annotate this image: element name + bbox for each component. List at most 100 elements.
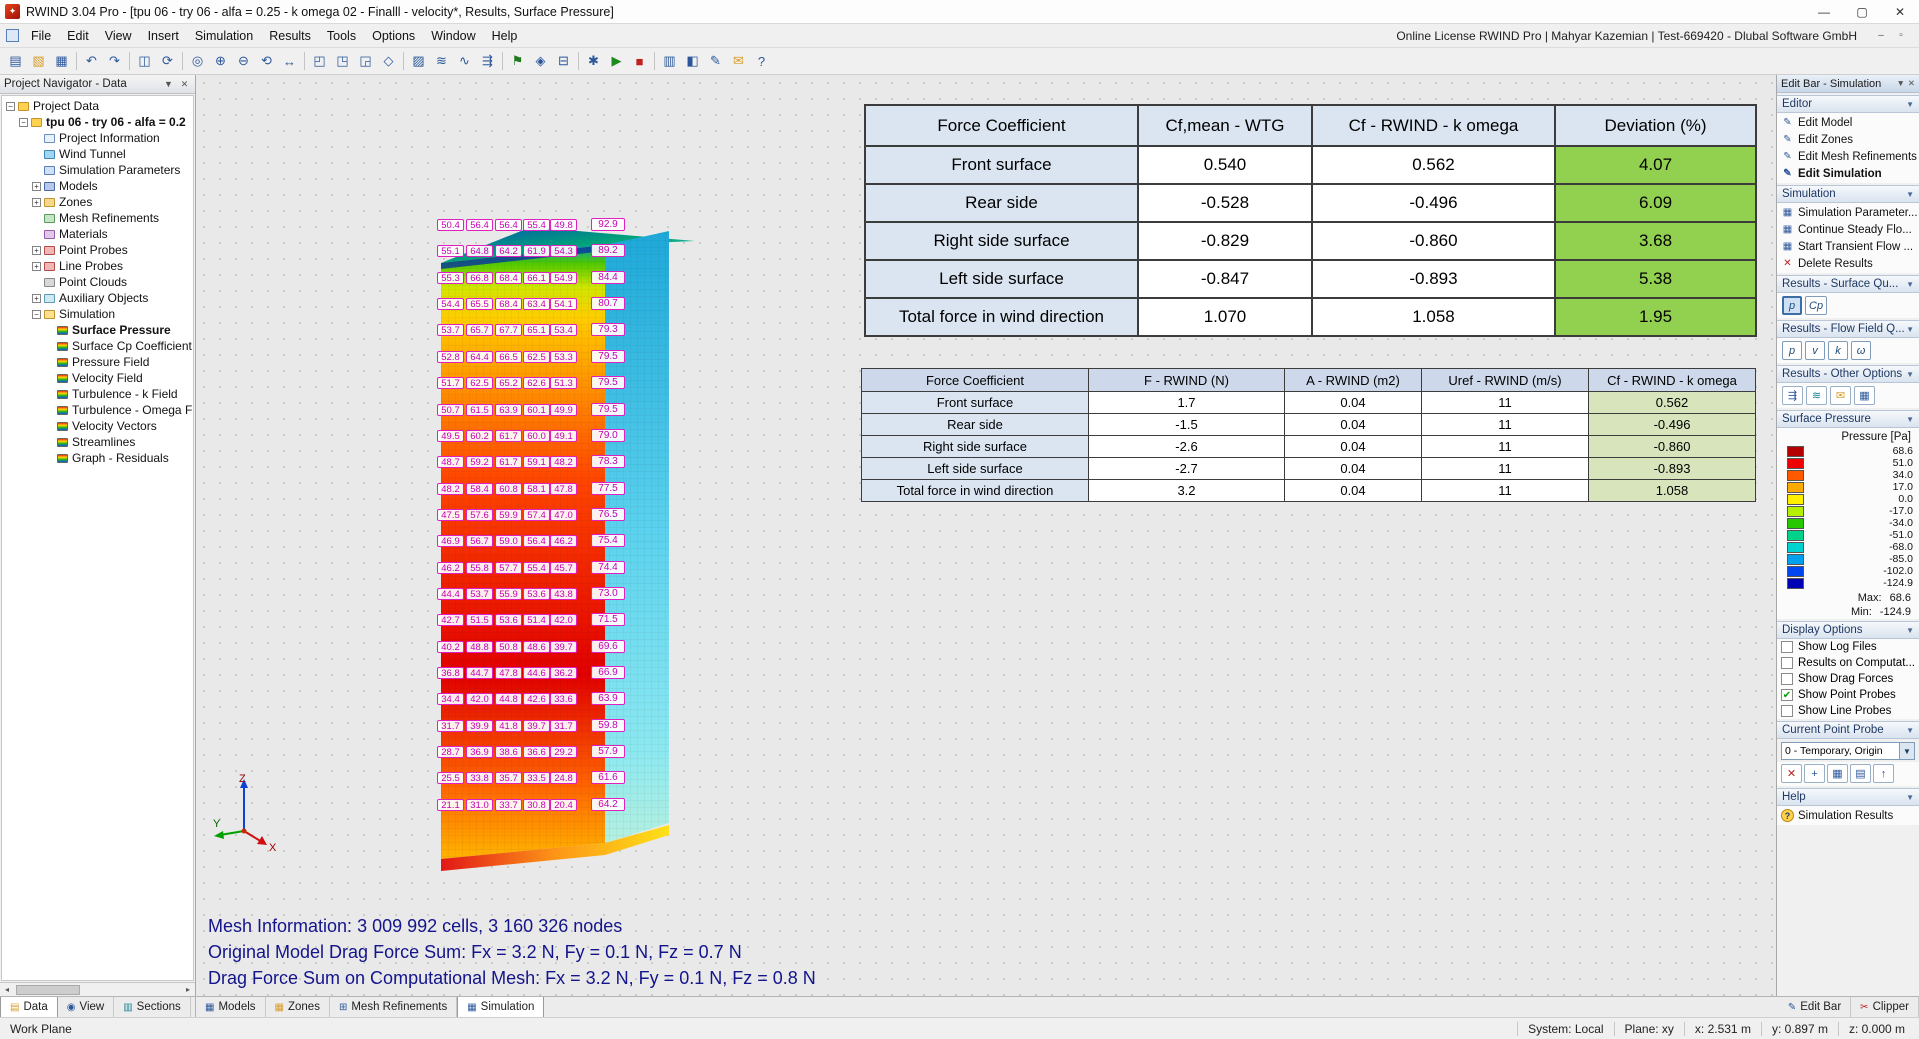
pressure-probe-label[interactable]: 40.2	[437, 640, 464, 653]
pressure-probe-label[interactable]: 46.2	[550, 535, 577, 548]
close-icon[interactable]: ✕	[1908, 78, 1915, 89]
pressure-probe-label[interactable]: 79.5	[591, 349, 625, 363]
pressure-probe-label[interactable]: 57.7	[495, 561, 522, 574]
pressure-probe-label[interactable]: 29.2	[550, 746, 577, 758]
pressure-probe-label[interactable]: 79.5	[591, 376, 625, 390]
pressure-probe-label[interactable]: 79.3	[591, 323, 625, 337]
menu-file[interactable]: File	[23, 24, 59, 47]
tree-item-surface-pressure[interactable]: Surface Pressure	[2, 322, 193, 338]
pressure-probe-label[interactable]: 44.8	[495, 693, 522, 706]
pressure-probe-label[interactable]: 47.0	[550, 508, 577, 521]
pressure-probe-label[interactable]: 65.5	[466, 298, 493, 311]
pressure-probe-label[interactable]: 56.7	[466, 535, 493, 548]
pressure-probe-label[interactable]: 68.4	[495, 298, 522, 311]
tree-item-velocity-vectors[interactable]: Velocity Vectors	[2, 418, 193, 434]
building-model[interactable]: 50.4 56.4 56.4 55.4 49.8 92.9 55.1 64.8 64.2 61.9…	[435, 205, 705, 900]
menu-view[interactable]: View	[97, 24, 140, 47]
pressure-probe-label[interactable]: 50.7	[437, 403, 464, 416]
result-button-ω[interactable]: ω	[1851, 341, 1871, 360]
pressure-probe-label[interactable]: 64.2	[591, 797, 625, 811]
pressure-probe-label[interactable]: 65.7	[466, 324, 493, 337]
tree-item-project-data[interactable]: − Project Data	[2, 98, 193, 114]
menu-options[interactable]: Options	[364, 24, 423, 47]
pressure-probe-label[interactable]: 74.4	[591, 560, 625, 574]
tab-mesh-refinements[interactable]: ⊞ Mesh Refinements	[330, 997, 458, 1017]
simulation-settings-icon[interactable]: ✱	[582, 50, 605, 72]
pressure-probe-label[interactable]: 53.6	[523, 587, 550, 600]
expand-toggle-icon[interactable]: +	[32, 181, 41, 191]
pressure-probe-label[interactable]: 61.7	[495, 429, 522, 442]
pressure-probe-label[interactable]: 55.9	[495, 587, 522, 600]
pressure-probe-label[interactable]: 51.4	[523, 614, 550, 627]
pressure-probe-label[interactable]: 25.5	[437, 772, 464, 785]
pressure-probe-label[interactable]: 51.5	[466, 614, 493, 627]
menu-simulation[interactable]: Simulation	[187, 24, 261, 47]
edit-model[interactable]: ✎ Edit Model	[1777, 114, 1919, 131]
pressure-probe-label[interactable]: 49.9	[550, 403, 577, 416]
tab-simulation[interactable]: ▦ Simulation	[457, 997, 545, 1017]
3d-viewport[interactable]: Force Coefficient Cf,mean - WTG Cf - RWIND…	[196, 75, 1776, 996]
result-isosurfaces-icon[interactable]: ≋	[1806, 386, 1827, 405]
pressure-probe-label[interactable]: 21.1	[437, 798, 464, 811]
pressure-probe-label[interactable]: 84.4	[591, 270, 625, 284]
pressure-probe-label[interactable]: 35.7	[495, 772, 522, 785]
pressure-probe-label[interactable]: 55.1	[437, 245, 464, 258]
view-isometric-icon[interactable]: ◇	[377, 50, 400, 72]
pressure-probe-label[interactable]: 66.1	[523, 271, 550, 284]
edit-simulation[interactable]: ✎ Edit Simulation	[1777, 165, 1919, 182]
tree-item-zones[interactable]: + Zones	[2, 194, 193, 210]
result-button-p[interactable]: p	[1782, 341, 1802, 360]
checkbox[interactable]: ✔	[1781, 689, 1793, 701]
tree-item-point-clouds[interactable]: Point Clouds	[2, 274, 193, 290]
add-probe-icon[interactable]: +	[1804, 764, 1825, 783]
pressure-probe-label[interactable]: 30.8	[523, 798, 550, 811]
pressure-probe-label[interactable]: 59.1	[523, 456, 550, 469]
pressure-probe-label[interactable]: 54.3	[550, 245, 577, 258]
tree-item-point-probes[interactable]: + Point Probes	[2, 242, 193, 258]
pressure-probe-label[interactable]: 33.5	[523, 772, 550, 785]
simulation-parameter-[interactable]: ▦ Simulation Parameter...	[1777, 204, 1919, 221]
pressure-probe-label[interactable]: 79.0	[591, 428, 625, 442]
pressure-probe-label[interactable]: 47.8	[495, 667, 522, 679]
pressure-probe-label[interactable]: 48.7	[437, 456, 464, 469]
color-scale-icon[interactable]: ◧	[681, 50, 704, 72]
pressure-probe-label[interactable]: 42.6	[523, 693, 550, 706]
close-icon[interactable]: ✕	[178, 79, 191, 90]
scroll-track[interactable]	[14, 984, 181, 996]
send-message-icon[interactable]: ✉	[727, 50, 750, 72]
section-plane-icon[interactable]: ⊟	[552, 50, 575, 72]
zoom-window-icon[interactable]: ◎	[186, 50, 209, 72]
pressure-probe-label[interactable]: 60.0	[523, 429, 550, 442]
menu-edit[interactable]: Edit	[59, 24, 97, 47]
section-results-flow[interactable]: Results - Flow Field Q... ▼	[1777, 320, 1919, 338]
tree-item-velocity-field[interactable]: Velocity Field	[2, 370, 193, 386]
point-probe-select[interactable]: 0 - Temporary, Origin ▼	[1781, 742, 1915, 760]
pressure-probe-label[interactable]: 57.6	[466, 508, 493, 521]
pressure-probe-label[interactable]: 62.6	[523, 377, 550, 390]
tree-item-turbulence-omega-fi-[interactable]: Turbulence - Omega Fi...	[2, 402, 193, 418]
pressure-probe-label[interactable]: 39.7	[550, 640, 577, 653]
tree-item-mesh-refinements[interactable]: Mesh Refinements	[2, 210, 193, 226]
result-tables-icon[interactable]: ▥	[658, 50, 681, 72]
pressure-probe-label[interactable]: 55.4	[523, 219, 550, 231]
result-button-Cp[interactable]: Cp	[1805, 296, 1828, 315]
pressure-probe-label[interactable]: 73.0	[591, 586, 625, 600]
expand-toggle-icon[interactable]: +	[32, 245, 41, 255]
pressure-probe-label[interactable]: 57.4	[523, 508, 550, 521]
pressure-probe-label[interactable]: 52.8	[437, 350, 464, 363]
view-front-icon[interactable]: ◰	[308, 50, 331, 72]
pan-view-icon[interactable]: ↔	[278, 50, 301, 72]
pressure-probe-label[interactable]: 61.7	[495, 456, 522, 469]
pressure-probe-label[interactable]: 20.4	[550, 798, 577, 811]
pressure-probe-label[interactable]: 56.4	[523, 535, 550, 548]
pressure-probe-label[interactable]: 76.5	[591, 507, 625, 521]
pressure-probe-label[interactable]: 38.6	[495, 746, 522, 758]
document-minimize-button[interactable]: –	[1871, 28, 1891, 44]
pressure-probe-label[interactable]: 56.4	[495, 219, 522, 231]
document-restore-button[interactable]: ▫	[1891, 28, 1911, 44]
pressure-probe-label[interactable]: 65.2	[495, 377, 522, 390]
pressure-probe-label[interactable]: 36.6	[523, 746, 550, 758]
pressure-probe-label[interactable]: 54.4	[437, 298, 464, 311]
section-display-options[interactable]: Display Options ▼	[1777, 621, 1919, 639]
tree-item-auxiliary-objects[interactable]: + Auxiliary Objects	[2, 290, 193, 306]
